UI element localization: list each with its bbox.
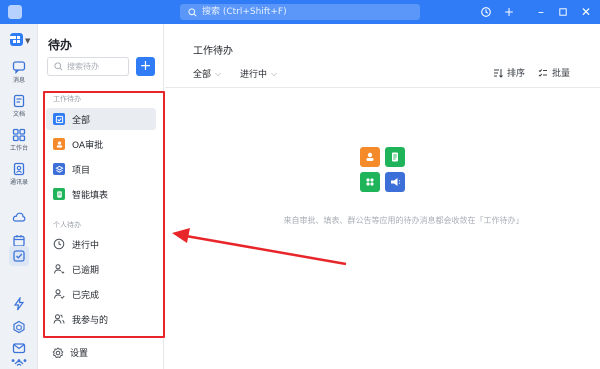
settings-label: 设置 bbox=[70, 349, 89, 359]
sort-label: 排序 bbox=[507, 69, 526, 79]
batch-icon bbox=[538, 68, 547, 77]
cube-icon bbox=[13, 320, 25, 334]
rail-item-lightning[interactable] bbox=[0, 297, 38, 311]
announcement-icon bbox=[385, 172, 405, 192]
sort-button[interactable]: 排序 bbox=[493, 66, 525, 79]
chevron-down-icon: ⌵ bbox=[215, 68, 222, 78]
more-icon: ••• bbox=[10, 356, 28, 367]
message-icon bbox=[12, 61, 26, 74]
rail-item-label: 通讯录 bbox=[9, 179, 28, 186]
batch-label: 批量 bbox=[552, 69, 571, 79]
form-icon bbox=[385, 147, 405, 167]
rail-item-todo[interactable] bbox=[0, 246, 38, 266]
approval-icon bbox=[360, 147, 380, 167]
empty-state-illustration bbox=[360, 147, 406, 193]
document-icon bbox=[13, 94, 25, 108]
panel-title: 待办 bbox=[48, 38, 73, 52]
workbench-icon bbox=[12, 128, 26, 142]
todo-search-placeholder: 搜索待办 bbox=[67, 62, 99, 71]
lightning-icon bbox=[13, 297, 25, 311]
chevron-down-icon: ⌵ bbox=[271, 68, 278, 78]
app-rail: ▼ 消息 文档 工作台 通讯录 ••• bbox=[0, 24, 38, 369]
rail-item-cloud[interactable] bbox=[0, 210, 38, 224]
gear-icon bbox=[52, 346, 64, 358]
contacts-icon bbox=[13, 162, 25, 176]
rail-item-workbench[interactable]: 工作台 bbox=[0, 128, 38, 152]
todo-icon bbox=[13, 250, 25, 262]
search-icon bbox=[188, 7, 197, 16]
close-icon[interactable]: ✕ bbox=[578, 4, 594, 20]
filter-all-label: 全部 bbox=[193, 70, 212, 80]
rail-item-contacts[interactable]: 通讯录 bbox=[0, 162, 38, 186]
title-bar: 搜索 (Ctrl+Shift+F) + – ✕ bbox=[0, 0, 600, 24]
page-title: 工作待办 bbox=[193, 46, 233, 57]
rail-item-message[interactable]: 消息 bbox=[0, 60, 38, 84]
search-icon bbox=[54, 62, 63, 71]
app-switcher-button[interactable]: ▼ bbox=[10, 33, 32, 47]
rail-item-label: 消息 bbox=[12, 77, 25, 84]
maximize-icon[interactable] bbox=[555, 4, 571, 20]
add-icon[interactable]: + bbox=[501, 4, 517, 20]
global-search-placeholder: 搜索 (Ctrl+Shift+F) bbox=[202, 7, 287, 17]
cloud-icon bbox=[12, 212, 26, 222]
filter-status-label: 进行中 bbox=[240, 70, 268, 80]
batch-button[interactable]: 批量 bbox=[538, 66, 570, 79]
annotation-highlight-box bbox=[43, 91, 165, 338]
filter-all-dropdown[interactable]: 全部 ⌵ bbox=[193, 67, 222, 81]
rail-item-more[interactable]: ••• bbox=[0, 348, 38, 367]
rail-item-label: 工作台 bbox=[9, 145, 28, 152]
minimize-icon[interactable]: – bbox=[533, 4, 549, 20]
filter-status-dropdown[interactable]: 进行中 ⌵ bbox=[240, 67, 278, 81]
app-logo-icon bbox=[8, 5, 22, 19]
header-divider bbox=[165, 87, 600, 88]
apps-icon bbox=[360, 172, 380, 192]
todo-search-input[interactable]: 搜索待办 bbox=[47, 57, 129, 76]
grid-icon bbox=[10, 33, 23, 46]
empty-state-text: 来自审批、填表、群公告等应用的待办消息都会收敛在「工作待办」 bbox=[283, 216, 524, 225]
main-area: 工作待办 全部 ⌵ 进行中 ⌵ 排序 批量 来自审批、填表、群公告等应用的待办消… bbox=[165, 24, 600, 369]
global-search-input[interactable]: 搜索 (Ctrl+Shift+F) bbox=[180, 4, 420, 20]
history-icon[interactable] bbox=[478, 4, 494, 20]
chevron-down-icon: ▼ bbox=[25, 37, 31, 45]
rail-item-label: 文档 bbox=[12, 111, 25, 118]
rail-item-cube[interactable] bbox=[0, 320, 38, 334]
rail-item-document[interactable]: 文档 bbox=[0, 94, 38, 118]
add-todo-button[interactable]: + bbox=[136, 57, 155, 76]
sort-icon bbox=[494, 68, 503, 78]
settings-button[interactable]: 设置 bbox=[52, 346, 88, 359]
